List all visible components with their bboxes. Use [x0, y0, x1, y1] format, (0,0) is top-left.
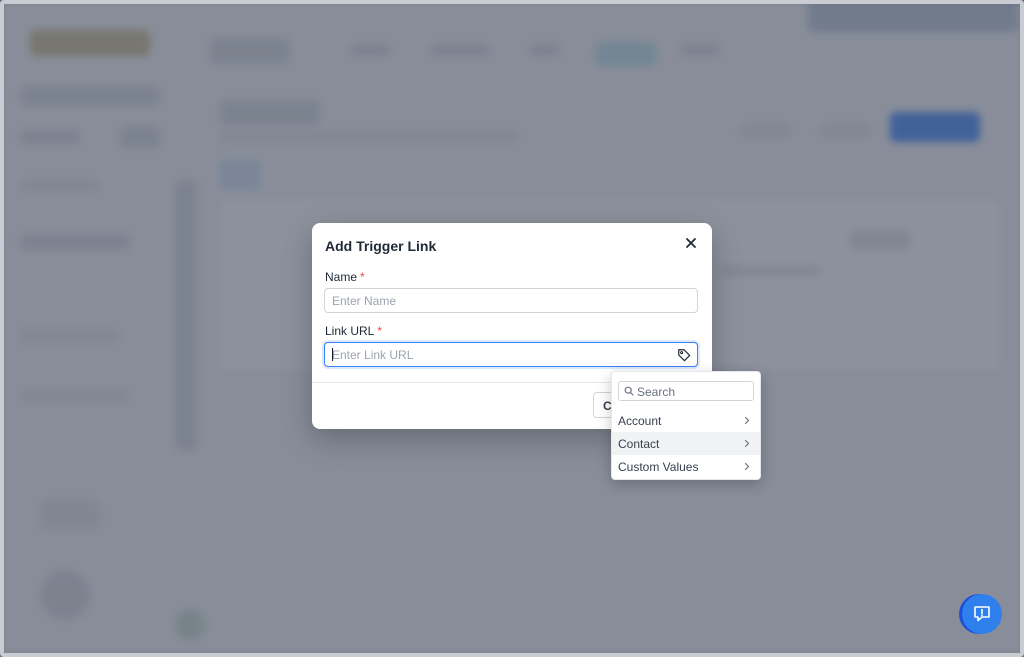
- modal-title: Add Trigger Link: [325, 238, 437, 254]
- name-label-text: Name: [325, 270, 358, 284]
- dropdown-item-label: Custom Values: [618, 460, 699, 474]
- name-label: Name *: [325, 270, 365, 284]
- dropdown-item-label: Account: [618, 414, 662, 428]
- search-placeholder: Search: [637, 385, 676, 399]
- name-input[interactable]: Enter Name: [324, 288, 698, 313]
- link-url-input[interactable]: Enter Link URL: [324, 342, 698, 367]
- text-caret: [332, 348, 333, 361]
- name-placeholder: Enter Name: [332, 294, 397, 308]
- search-icon: [624, 386, 634, 396]
- dropdown-item-account[interactable]: Account: [612, 409, 760, 432]
- link-url-label-text: Link URL: [325, 324, 375, 338]
- dropdown-item-custom-values[interactable]: Custom Values: [612, 455, 760, 478]
- chevron-right-icon: [744, 439, 750, 448]
- custom-values-dropdown: Search Account Contact Custom Values: [611, 371, 761, 480]
- help-chat-button[interactable]: [962, 594, 1002, 634]
- link-url-placeholder: Enter Link URL: [332, 348, 414, 362]
- tag-icon[interactable]: [677, 348, 691, 362]
- chevron-right-icon: [744, 416, 750, 425]
- chat-alert-icon: [974, 606, 990, 622]
- close-icon[interactable]: [684, 236, 698, 250]
- required-mark: *: [377, 324, 383, 338]
- chevron-right-icon: [744, 462, 750, 471]
- required-mark: *: [360, 270, 365, 284]
- dropdown-search-input[interactable]: Search: [618, 381, 754, 401]
- dropdown-item-contact[interactable]: Contact: [612, 432, 760, 455]
- dropdown-item-label: Contact: [618, 437, 660, 451]
- link-url-label: Link URL *: [325, 324, 382, 338]
